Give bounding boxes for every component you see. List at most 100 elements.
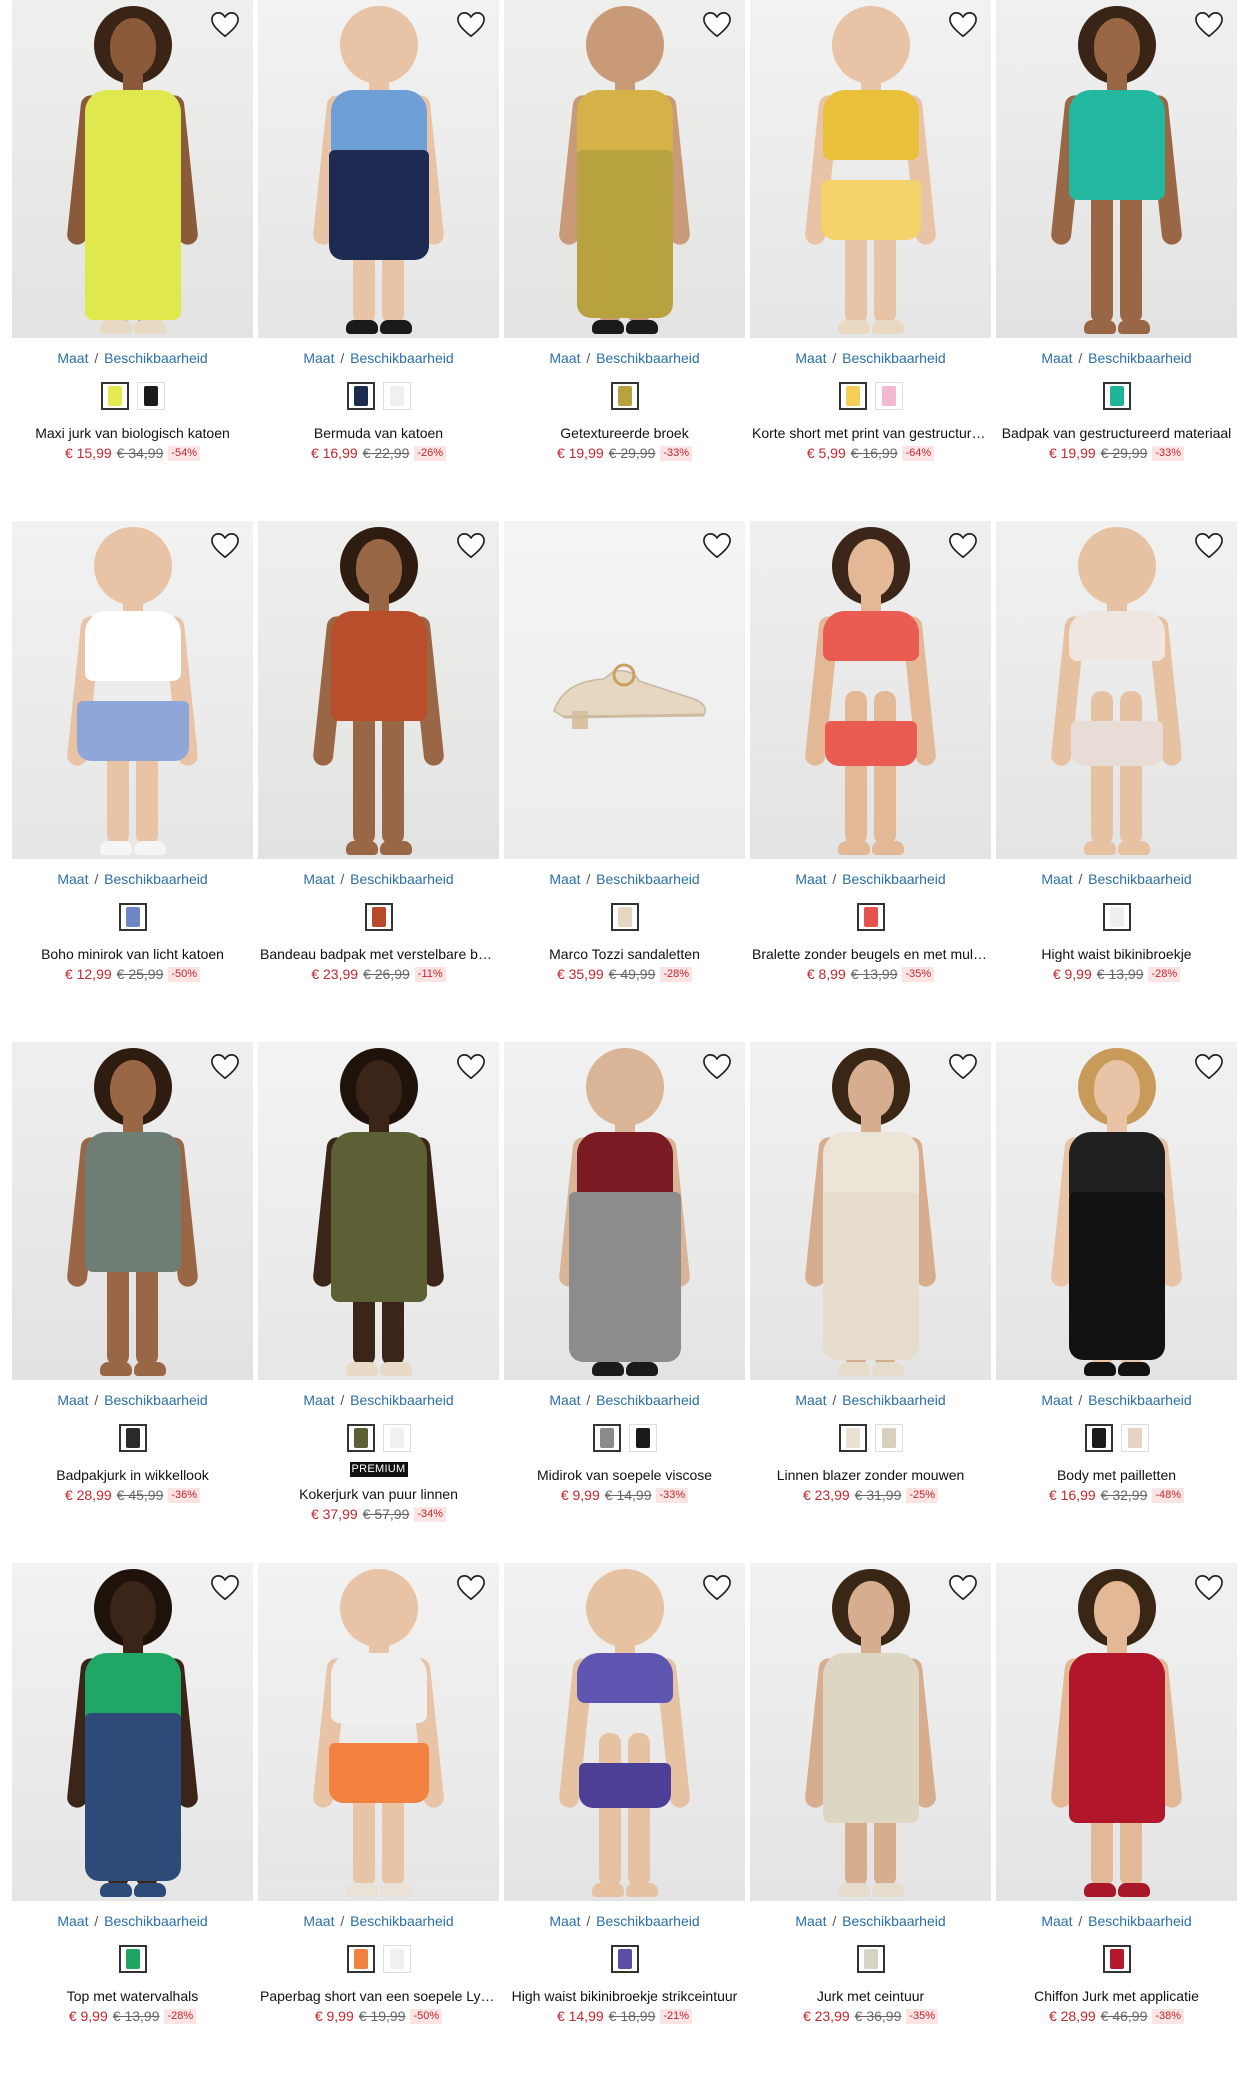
wishlist-heart-icon[interactable] — [947, 531, 979, 561]
product-image[interactable] — [258, 0, 499, 338]
product-card[interactable]: Maat / Beschikbaarheid Marco Tozzi sandal… — [504, 521, 745, 1042]
product-name[interactable]: Bandeau badpak met verstelbare bandjes — [258, 945, 499, 963]
wishlist-heart-icon[interactable] — [947, 10, 979, 40]
product-name[interactable]: Maxi jurk van biologisch katoen — [12, 424, 253, 442]
product-name[interactable]: Korte short met print van gestructureerd… — [750, 424, 991, 442]
size-availability-link[interactable]: Maat / Beschikbaarheid — [504, 1392, 745, 1409]
product-card[interactable]: Maat / Beschikbaarheid Korte short met pr… — [750, 0, 991, 521]
size-availability-link[interactable]: Maat / Beschikbaarheid — [750, 350, 991, 367]
wishlist-heart-icon[interactable] — [701, 1052, 733, 1082]
product-name[interactable]: Badpak van gestructureerd materiaal — [996, 424, 1237, 442]
product-card[interactable]: Maat / Beschikbaarheid Paperbag short van… — [258, 1563, 499, 2084]
wishlist-heart-icon[interactable] — [455, 531, 487, 561]
color-swatch[interactable] — [628, 1424, 657, 1452]
product-name[interactable]: Badpakjurk in wikkellook — [12, 1466, 253, 1484]
product-card[interactable]: Maat / Beschikbaarheid Chiffon Jurk met a… — [996, 1563, 1237, 2084]
color-swatch[interactable] — [856, 1945, 885, 1973]
product-card[interactable]: Maat / Beschikbaarheid Maxi jurk van biol… — [12, 0, 253, 521]
color-swatch[interactable] — [382, 1945, 411, 1973]
product-name[interactable]: Jurk met ceintuur — [750, 1987, 991, 2005]
color-swatch[interactable] — [1120, 1424, 1149, 1452]
color-swatch[interactable] — [364, 903, 393, 931]
product-card[interactable]: Maat / Beschikbaarheid Jurk met ceintuur €… — [750, 1563, 991, 2084]
product-card[interactable]: Maat / Beschikbaarheid PREMIUM Kokerjurk v… — [258, 1042, 499, 1563]
wishlist-heart-icon[interactable] — [947, 1052, 979, 1082]
color-swatch[interactable] — [346, 1945, 375, 1973]
product-name[interactable]: Top met watervalhals — [12, 1987, 253, 2005]
wishlist-heart-icon[interactable] — [209, 10, 241, 40]
color-swatch[interactable] — [610, 382, 639, 410]
wishlist-heart-icon[interactable] — [701, 1573, 733, 1603]
product-card[interactable]: Maat / Beschikbaarheid Linnen blazer zond… — [750, 1042, 991, 1563]
color-swatch[interactable] — [1102, 1945, 1131, 1973]
color-swatch[interactable] — [118, 1945, 147, 1973]
product-name[interactable]: Midirok van soepele viscose — [504, 1466, 745, 1484]
product-image[interactable] — [750, 1563, 991, 1901]
size-availability-link[interactable]: Maat / Beschikbaarheid — [504, 871, 745, 888]
size-availability-link[interactable]: Maat / Beschikbaarheid — [12, 871, 253, 888]
product-card[interactable]: Maat / Beschikbaarheid Bandeau badpak met… — [258, 521, 499, 1042]
wishlist-heart-icon[interactable] — [209, 1052, 241, 1082]
size-availability-link[interactable]: Maat / Beschikbaarheid — [996, 1392, 1237, 1409]
size-availability-link[interactable]: Maat / Beschikbaarheid — [504, 350, 745, 367]
wishlist-heart-icon[interactable] — [209, 1573, 241, 1603]
color-swatch[interactable] — [100, 382, 129, 410]
product-image[interactable] — [12, 521, 253, 859]
product-name[interactable]: Chiffon Jurk met applicatie — [996, 1987, 1237, 2005]
wishlist-heart-icon[interactable] — [455, 10, 487, 40]
product-image[interactable] — [504, 1042, 745, 1380]
product-name[interactable]: Boho minirok van licht katoen — [12, 945, 253, 963]
product-image[interactable] — [504, 521, 745, 859]
product-image[interactable] — [258, 1563, 499, 1901]
wishlist-heart-icon[interactable] — [1193, 10, 1225, 40]
product-card[interactable]: Maat / Beschikbaarheid High waist bikinib… — [504, 1563, 745, 2084]
size-availability-link[interactable]: Maat / Beschikbaarheid — [750, 1913, 991, 1930]
product-card[interactable]: Maat / Beschikbaarheid Hight waist bikini… — [996, 521, 1237, 1042]
size-availability-link[interactable]: Maat / Beschikbaarheid — [258, 871, 499, 888]
size-availability-link[interactable]: Maat / Beschikbaarheid — [12, 1392, 253, 1409]
product-image[interactable] — [996, 0, 1237, 338]
product-card[interactable]: Maat / Beschikbaarheid Getextureerde broe… — [504, 0, 745, 521]
color-swatch[interactable] — [1084, 1424, 1113, 1452]
color-swatch[interactable] — [838, 382, 867, 410]
size-availability-link[interactable]: Maat / Beschikbaarheid — [750, 871, 991, 888]
color-swatch[interactable] — [874, 1424, 903, 1452]
wishlist-heart-icon[interactable] — [455, 1052, 487, 1082]
size-availability-link[interactable]: Maat / Beschikbaarheid — [258, 350, 499, 367]
color-swatch[interactable] — [610, 903, 639, 931]
product-name[interactable]: Body met pailletten — [996, 1466, 1237, 1484]
color-swatch[interactable] — [382, 1424, 411, 1452]
product-name[interactable]: Bermuda van katoen — [258, 424, 499, 442]
product-image[interactable] — [504, 0, 745, 338]
wishlist-heart-icon[interactable] — [701, 10, 733, 40]
product-image[interactable] — [996, 1563, 1237, 1901]
product-name[interactable]: Marco Tozzi sandaletten — [504, 945, 745, 963]
size-availability-link[interactable]: Maat / Beschikbaarheid — [996, 871, 1237, 888]
color-swatch[interactable] — [856, 903, 885, 931]
product-card[interactable]: Maat / Beschikbaarheid Midirok van soepel… — [504, 1042, 745, 1563]
size-availability-link[interactable]: Maat / Beschikbaarheid — [504, 1913, 745, 1930]
color-swatch[interactable] — [382, 382, 411, 410]
product-card[interactable]: Maat / Beschikbaarheid Bralette zonder be… — [750, 521, 991, 1042]
product-card[interactable]: Maat / Beschikbaarheid Bermuda van katoen… — [258, 0, 499, 521]
product-card[interactable]: Maat / Beschikbaarheid Body met paillette… — [996, 1042, 1237, 1563]
product-name[interactable]: Kokerjurk van puur linnen — [258, 1485, 499, 1503]
product-image[interactable] — [750, 0, 991, 338]
size-availability-link[interactable]: Maat / Beschikbaarheid — [12, 350, 253, 367]
color-swatch[interactable] — [346, 382, 375, 410]
product-name[interactable]: Bralette zonder beugels en met multiway … — [750, 945, 991, 963]
product-name[interactable]: Paperbag short van een soepele Lyocell-b… — [258, 1987, 499, 2005]
size-availability-link[interactable]: Maat / Beschikbaarheid — [12, 1913, 253, 1930]
wishlist-heart-icon[interactable] — [701, 531, 733, 561]
color-swatch[interactable] — [118, 903, 147, 931]
color-swatch[interactable] — [610, 1945, 639, 1973]
wishlist-heart-icon[interactable] — [1193, 1573, 1225, 1603]
color-swatch[interactable] — [838, 1424, 867, 1452]
product-card[interactable]: Maat / Beschikbaarheid Badpakjurk in wikk… — [12, 1042, 253, 1563]
size-availability-link[interactable]: Maat / Beschikbaarheid — [750, 1392, 991, 1409]
product-image[interactable] — [996, 1042, 1237, 1380]
product-image[interactable] — [750, 521, 991, 859]
size-availability-link[interactable]: Maat / Beschikbaarheid — [996, 1913, 1237, 1930]
size-availability-link[interactable]: Maat / Beschikbaarheid — [258, 1392, 499, 1409]
product-card[interactable]: Maat / Beschikbaarheid Top met watervalha… — [12, 1563, 253, 2084]
